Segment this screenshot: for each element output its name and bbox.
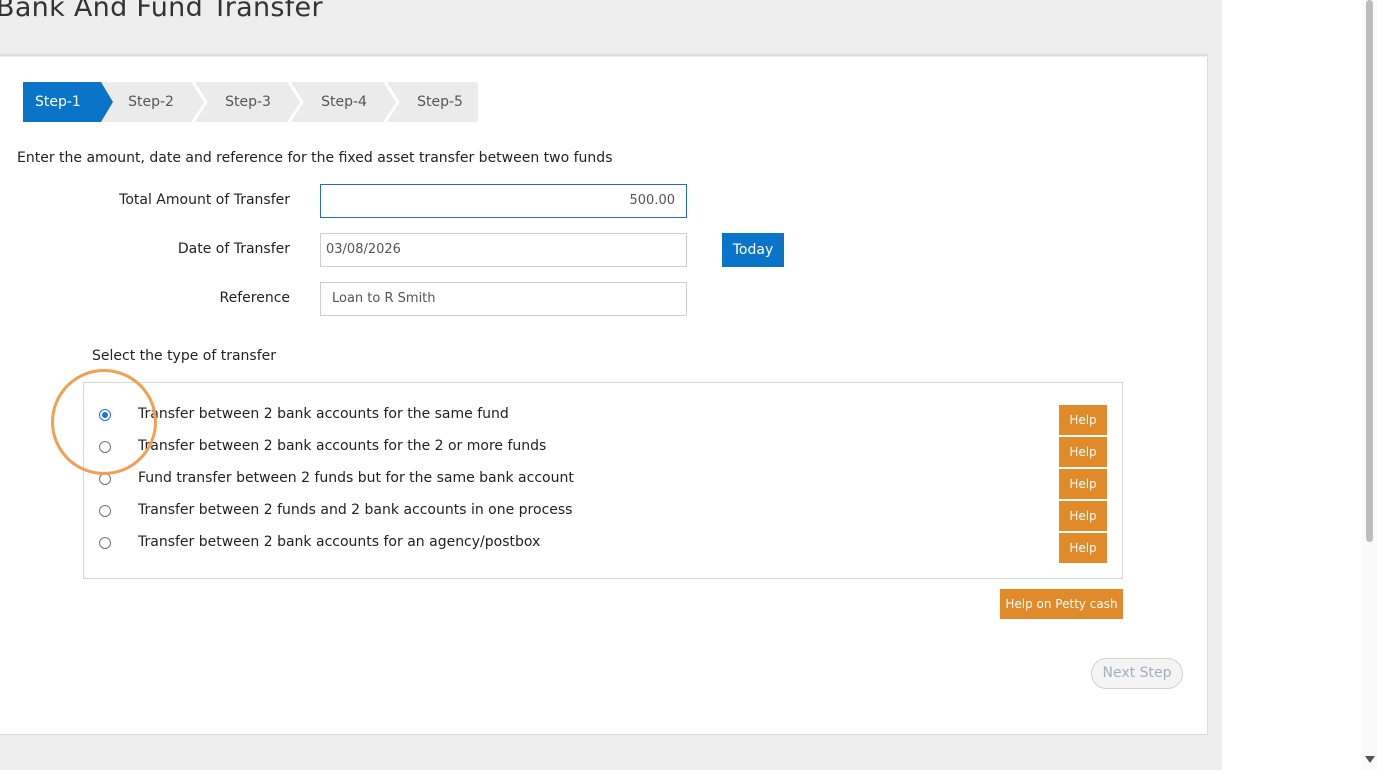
step-label: Step-4 — [321, 94, 367, 110]
app-area: Bank And Fund Transfer Step-1 Step-2 Ste… — [0, 0, 1222, 770]
transfer-option-label-1[interactable]: Transfer between 2 bank accounts for the… — [138, 406, 509, 422]
scrollbar-thumb[interactable] — [1366, 0, 1373, 542]
amount-input[interactable]: 500.00 — [320, 184, 687, 218]
scroll-down-arrow-icon[interactable] — [1365, 756, 1375, 763]
help-button-5[interactable]: Help — [1059, 533, 1107, 563]
instruction-text: Enter the amount, date and reference for… — [17, 150, 613, 166]
step-4[interactable]: Step-4 — [314, 82, 374, 122]
date-input[interactable]: 03/08/2026 — [320, 233, 687, 267]
title-divider — [0, 54, 1208, 56]
today-button[interactable]: Today — [722, 233, 784, 267]
page-title: Bank And Fund Transfer — [0, 0, 323, 23]
next-step-button[interactable]: Next Step — [1091, 658, 1183, 689]
step-label: Step-2 — [128, 94, 174, 110]
step-label: Step-1 — [35, 94, 81, 110]
transfer-option-radio-2[interactable] — [99, 441, 111, 453]
transfer-type-label: Select the type of transfer — [92, 348, 277, 364]
help-button-1[interactable]: Help — [1059, 405, 1107, 435]
help-button-4[interactable]: Help — [1059, 501, 1107, 531]
help-button-3[interactable]: Help — [1059, 469, 1107, 499]
stepper: Step-1 Step-2 Step-3 Step-4 Step-5 — [23, 82, 478, 122]
transfer-option-radio-5[interactable] — [99, 537, 111, 549]
transfer-option-label-4[interactable]: Transfer between 2 funds and 2 bank acco… — [138, 502, 572, 518]
page-scrollbar[interactable] — [1362, 0, 1377, 770]
amount-label: Total Amount of Transfer — [119, 192, 290, 208]
step-label: Step-3 — [225, 94, 271, 110]
transfer-option-label-5[interactable]: Transfer between 2 bank accounts for an … — [138, 534, 540, 550]
transfer-option-radio-3[interactable] — [99, 473, 111, 485]
help-button-2[interactable]: Help — [1059, 437, 1107, 467]
step-3[interactable]: Step-3 — [218, 82, 278, 122]
reference-input[interactable]: Loan to R Smith — [320, 282, 687, 316]
transfer-option-radio-1[interactable] — [99, 409, 111, 421]
date-label: Date of Transfer — [177, 241, 290, 257]
transfer-option-label-3[interactable]: Fund transfer between 2 funds but for th… — [138, 470, 574, 486]
step-label: Step-5 — [417, 94, 463, 110]
reference-label: Reference — [219, 290, 291, 306]
step-2[interactable]: Step-2 — [121, 82, 181, 122]
step-5[interactable]: Step-5 — [410, 82, 470, 122]
help-petty-cash-button[interactable]: Help on Petty cash — [1000, 589, 1123, 619]
transfer-option-label-2[interactable]: Transfer between 2 bank accounts for the… — [138, 438, 546, 454]
transfer-option-radio-4[interactable] — [99, 505, 111, 517]
